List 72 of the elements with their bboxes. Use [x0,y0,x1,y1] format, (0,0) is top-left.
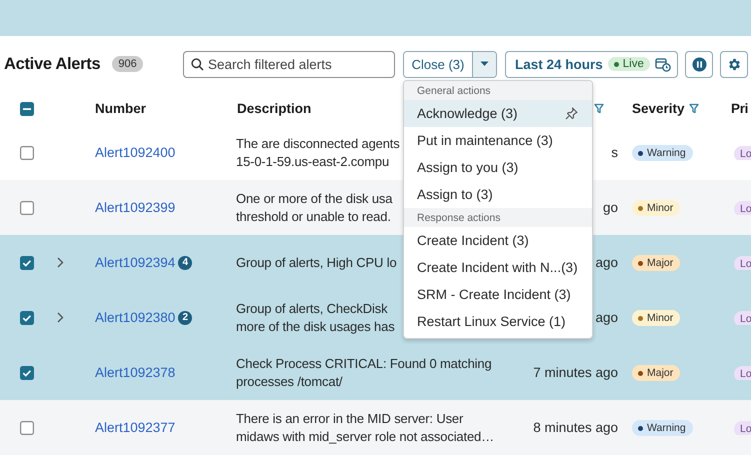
alert-description: Group of alerts, CheckDisk more of the disk usages has [236,300,395,334]
menu-item[interactable]: Create Incident (3) [404,227,592,254]
filter-icon[interactable] [688,103,699,114]
page-title: Active Alerts [4,54,100,74]
time-range-button[interactable]: Last 24 hours Live [505,50,678,78]
group-count-badge: 2 [178,310,192,324]
dropdown-button[interactable] [473,52,496,76]
search-field[interactable]: Search filtered alerts [183,50,395,78]
menu-item[interactable]: Assign to you (3) [404,154,592,181]
severity-badge: Minor [632,310,680,326]
alert-link[interactable]: Alert1092377 [95,420,176,435]
checkbox[interactable] [20,420,34,434]
alert-time: 8 minutes ago [533,420,618,435]
pause-icon [692,56,706,72]
menu-item[interactable]: Put in maintenance (3) [404,127,592,154]
settings-button[interactable] [720,50,748,78]
column-header[interactable]: Severity [632,101,685,116]
menu-item[interactable]: Create Incident with N...(3) [404,254,592,281]
alert-link[interactable]: Alert1092394 [95,255,176,270]
column-header[interactable]: Number [95,101,146,116]
severity-badge: Major [632,365,680,382]
alert-link[interactable]: Alert1092400 [95,145,176,160]
alert-time: s [611,145,618,160]
alert-description: Group of alerts, High CPU lo [236,254,397,270]
pin-icon[interactable] [565,107,578,120]
pause-button[interactable] [685,50,713,78]
alert-description: Check Process CRITICAL: Found 0 matching processes /tomcat/ [236,356,492,388]
menu-item[interactable]: Assign to (3) [404,181,592,208]
live-badge: Live [608,57,650,71]
menu-item[interactable]: Acknowledge (3) [404,100,592,127]
calendar-clock-icon [654,56,671,72]
expand-chevron-icon[interactable] [57,257,64,268]
filter-icon[interactable] [594,103,604,114]
alert-time: 7 minutes ago [533,365,618,380]
checkbox[interactable] [20,146,34,160]
priority-badge: Lo [734,366,751,380]
alert-link[interactable]: Alert1092399 [95,200,176,215]
priority-badge: Lo [734,256,751,270]
alert-description: One or more of the disk usa threshold or unable to read. [236,190,392,224]
severity-badge: Major [632,255,680,272]
priority-badge: Lo [734,311,751,325]
caret-icon [480,61,489,67]
priority-badge: Lo [734,421,751,435]
alert-link[interactable]: Alert1092378 [95,365,176,380]
severity-badge: Warning [632,145,693,162]
alert-count: 906 [112,56,143,72]
alert-description: There is an error in the MID server: User midaws with mid_server role not associated… [236,410,494,444]
checkbox[interactable] [20,310,34,324]
search-icon [191,58,204,70]
alert-description: The are disconnected agents 15-0-1-59.us-east-2.compu [236,136,400,168]
menu-section-title: Response actions [417,212,500,224]
menu-item[interactable]: Restart Linux Service (1) [404,308,592,335]
menu-section-title: General actions [417,84,491,96]
checkbox[interactable] [20,256,34,270]
priority-badge: Lo [734,201,751,215]
priority-badge: Lo [734,146,751,160]
checkbox[interactable] [20,200,34,214]
checkbox[interactable] [20,102,34,116]
menu-item[interactable]: SRM - Create Incident (3) [404,281,592,308]
alert-link[interactable]: Alert1092380 [95,310,176,325]
column-header[interactable]: Pri [731,101,748,116]
column-header[interactable]: Description [237,101,312,116]
expand-chevron-icon[interactable] [57,312,64,323]
severity-badge: Minor [632,200,680,216]
severity-badge: Warning [632,420,693,436]
group-count-badge: 4 [178,256,192,270]
close-button[interactable]: Close (3) [404,52,473,76]
alert-time: ago [595,255,618,270]
alert-time: go [602,200,618,215]
checkbox[interactable] [20,366,34,380]
settings-icon [726,56,742,72]
alert-time: ago [595,310,618,325]
